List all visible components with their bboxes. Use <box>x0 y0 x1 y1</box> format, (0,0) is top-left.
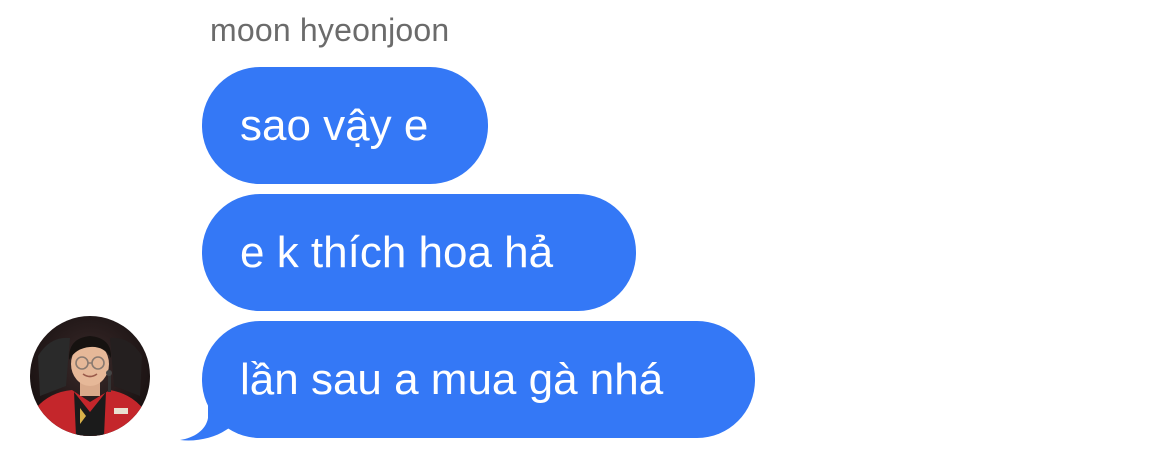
sender-name: moon hyeonjoon <box>210 12 450 48</box>
message-bubble[interactable]: e k thích hoa hả <box>202 194 636 311</box>
message-text: e k thích hoa hả <box>240 227 554 277</box>
message-bubble[interactable]: lần sau a mua gà nhá <box>202 321 755 438</box>
message-bubble[interactable]: sao vậy e <box>202 67 488 184</box>
user-photo-avatar-icon <box>30 316 150 436</box>
sender-avatar[interactable] <box>30 316 150 436</box>
message-text: lần sau a mua gà nhá <box>240 354 664 404</box>
message-text: sao vậy e <box>240 100 429 150</box>
